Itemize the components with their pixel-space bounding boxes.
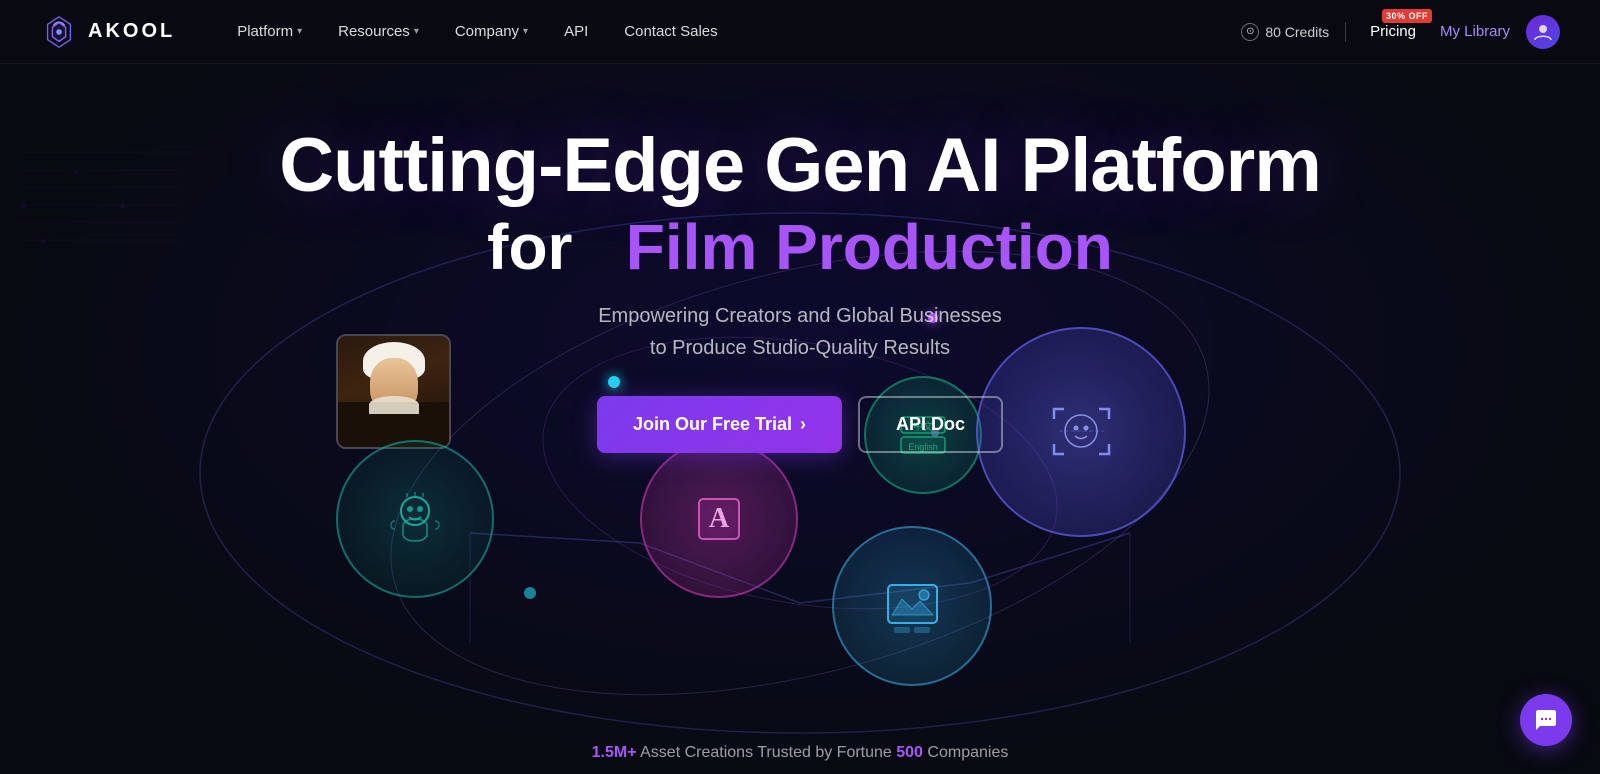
pricing-button[interactable]: Pricing 30% OFF: [1362, 19, 1424, 44]
stat-suffix: Companies: [927, 744, 1008, 761]
platform-chevron-icon: ▾: [297, 26, 302, 37]
api-doc-button[interactable]: API Doc: [858, 396, 1003, 453]
nav-right: ⊙ 80 Credits Pricing 30% OFF My Library: [1241, 15, 1560, 49]
ai-avatar-node: [336, 440, 494, 598]
orbit-dot-1: [608, 376, 620, 388]
nav-api[interactable]: API: [550, 15, 602, 48]
hero-title: Cutting-Edge Gen AI Platform: [279, 124, 1321, 208]
svg-text:A: A: [709, 503, 730, 534]
gallery-icon: [880, 573, 945, 638]
hero-description: Empowering Creators and Global Businesse…: [598, 300, 1002, 364]
user-icon: [1533, 22, 1553, 42]
face-swap-icon: [1039, 389, 1124, 474]
subtitle-for: for: [487, 211, 572, 283]
hero-subtitle: for Film Production: [487, 212, 1113, 282]
avatar[interactable]: [1526, 15, 1560, 49]
ai-avatar-icon: [383, 487, 447, 551]
credits-label: 80 Credits: [1265, 24, 1329, 40]
credits-icon: ⊙: [1241, 23, 1259, 41]
chat-icon: [1534, 708, 1558, 732]
free-trial-button[interactable]: Join Our Free Trial ›: [597, 396, 842, 453]
nav-company[interactable]: Company ▾: [441, 15, 542, 48]
bg-decoration: ────────────────────────── ─────── ◆ ───…: [20, 144, 192, 250]
stat-text: Asset Creations Trusted by Fortune: [640, 744, 896, 761]
resources-chevron-icon: ▾: [414, 26, 419, 37]
translate-icon: A: [687, 487, 751, 551]
stat-highlight-2: 500: [896, 744, 923, 761]
portrait-node: [336, 334, 451, 449]
chat-button[interactable]: [1520, 694, 1572, 746]
translate-node: A: [640, 440, 798, 598]
hero-section: ────────────────────────── ─────── ◆ ───…: [0, 64, 1600, 774]
company-chevron-icon: ▾: [523, 26, 528, 37]
logo-text: AKOOL: [88, 20, 175, 43]
nav-contact-sales[interactable]: Contact Sales: [610, 15, 731, 48]
nav-platform[interactable]: Platform ▾: [223, 15, 316, 48]
hero-buttons: Join Our Free Trial › API Doc: [597, 396, 1003, 453]
nav-divider: [1345, 22, 1346, 42]
face-swap-node: [976, 327, 1186, 537]
credits-display[interactable]: ⊙ 80 Credits: [1241, 23, 1329, 41]
pricing-badge: 30% OFF: [1382, 9, 1432, 23]
my-library-button[interactable]: My Library: [1440, 23, 1510, 40]
subtitle-film: Film Production: [626, 211, 1113, 283]
bottom-stats: 1.5M+ Asset Creations Trusted by Fortune…: [592, 744, 1009, 762]
nav-resources[interactable]: Resources ▾: [324, 15, 433, 48]
nav-links: Platform ▾ Resources ▾ Company ▾ API Con…: [223, 15, 1241, 48]
logo-icon: [40, 13, 78, 51]
logo-link[interactable]: AKOOL: [40, 13, 175, 51]
navbar: AKOOL Platform ▾ Resources ▾ Company ▾ A…: [0, 0, 1600, 64]
gallery-node: [832, 526, 992, 686]
stat-highlight-1: 1.5M+: [592, 744, 637, 761]
